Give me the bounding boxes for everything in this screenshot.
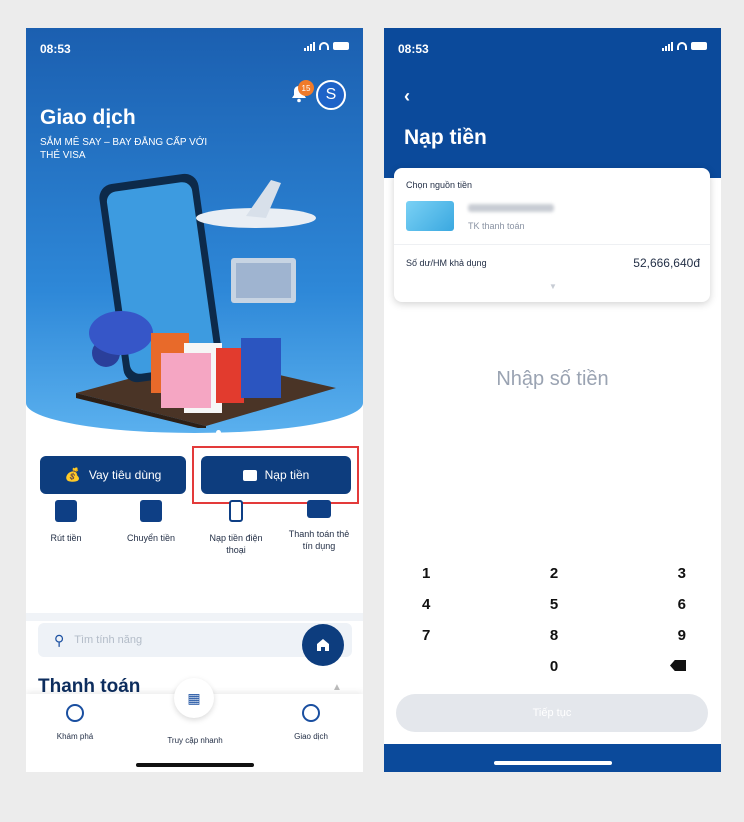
home-button[interactable] — [302, 624, 344, 666]
tab-transactions[interactable]: Giao dịch — [284, 704, 338, 741]
bottom-bar — [384, 744, 721, 772]
loan-button-label: Vay tiêu dùng — [88, 468, 162, 482]
carousel-dots[interactable] — [216, 430, 221, 435]
deposit-screen: 08:53 ‹ Nạp tiền Chọn nguồn tiền TK than… — [384, 28, 721, 772]
compass-icon — [66, 704, 84, 722]
source-card[interactable]: Chọn nguồn tiền TK thanh toán Số dư/HM k… — [394, 168, 710, 302]
loan-button[interactable]: 💰 Vay tiêu dùng — [40, 456, 186, 494]
battery-icon — [333, 42, 349, 50]
highlight-box — [192, 446, 359, 504]
balance-value: 52,666,640đ — [633, 256, 700, 270]
tab-label: Khám phá — [56, 732, 94, 741]
signal-icon — [662, 41, 673, 51]
section-divider — [26, 613, 363, 621]
service-phone-topup[interactable]: Nạp tiền điện thoại — [201, 500, 271, 556]
home-indicator — [136, 763, 254, 767]
atm-icon — [55, 500, 77, 522]
key-2[interactable]: 2 — [534, 565, 574, 582]
hero-title: Giao dịch — [40, 106, 136, 129]
money-bag-icon: 💰 — [64, 467, 81, 482]
card-divider — [394, 244, 710, 245]
key-7[interactable]: 7 — [422, 627, 462, 644]
key-3[interactable]: 3 — [646, 565, 686, 582]
wifi-icon — [319, 42, 329, 50]
account-number-blurred — [468, 204, 554, 212]
avatar[interactable]: S — [316, 80, 346, 110]
key-5[interactable]: 5 — [534, 596, 574, 613]
search-icon: ⚲ — [54, 631, 65, 648]
tab-explore[interactable]: Khám phá — [50, 704, 100, 741]
chevron-down-icon[interactable]: ▼ — [549, 282, 557, 291]
scan-button[interactable]: ▦ — [174, 678, 214, 718]
promo-illustration — [76, 173, 336, 428]
tab-quick-access[interactable]: Truy cập nhanh — [156, 736, 234, 745]
battery-icon — [691, 42, 707, 50]
page-title: Nạp tiền — [404, 126, 487, 149]
key-0[interactable]: 0 — [534, 658, 574, 675]
home-screen: 08:53 Giao dịch SẮM MÊ SAY – BAY ĐẲNG CẤ… — [26, 28, 363, 772]
backspace-icon — [670, 660, 686, 671]
status-bar: 08:53 — [384, 28, 721, 68]
key-6[interactable]: 6 — [646, 596, 686, 613]
key-8[interactable]: 8 — [534, 627, 574, 644]
home-icon — [317, 639, 329, 651]
balance-label: Số dư/HM khả dụng — [406, 258, 487, 268]
account-type: TK thanh toán — [468, 221, 525, 231]
service-credit-card[interactable]: Thanh toán thẻ tín dụng — [284, 500, 354, 552]
backspace-key[interactable] — [646, 658, 686, 675]
service-label: Thanh toán thẻ tín dụng — [288, 529, 350, 551]
source-label: Chọn nguồn tiền — [406, 180, 473, 190]
home-indicator — [494, 761, 612, 765]
status-time: 08:53 — [40, 42, 71, 56]
amount-input[interactable]: Nhập số tiền — [384, 368, 721, 391]
search-placeholder: Tìm tính năng — [74, 634, 143, 646]
signal-icon — [304, 41, 315, 51]
wifi-icon — [677, 42, 687, 50]
tab-label: Truy cập nhanh — [167, 736, 223, 745]
service-label: Nạp tiền điện thoại — [209, 533, 263, 555]
tab-label: Giao dịch — [294, 732, 328, 741]
keypad: 1 2 3 4 5 6 7 8 9 0 — [422, 558, 686, 682]
status-icons — [304, 41, 349, 51]
service-withdraw[interactable]: Rút tiền — [31, 500, 101, 544]
credit-card-icon — [307, 500, 331, 518]
card-thumbnail — [406, 201, 454, 231]
notification-badge: 15 — [298, 80, 314, 96]
chevron-up-icon[interactable]: ▲ — [332, 682, 342, 693]
scan-icon: ▦ — [187, 689, 201, 706]
status-bar: 08:53 — [26, 28, 363, 68]
status-time: 08:53 — [398, 42, 429, 56]
service-label: Rút tiền — [50, 533, 82, 543]
phone-topup-icon — [229, 500, 243, 522]
service-label: Chuyển tiền — [126, 533, 176, 543]
key-4[interactable]: 4 — [422, 596, 462, 613]
exchange-icon — [302, 704, 320, 722]
transfer-icon — [140, 500, 162, 522]
service-transfer[interactable]: Chuyển tiền — [116, 500, 186, 544]
continue-button[interactable]: Tiếp tục — [396, 694, 708, 732]
key-9[interactable]: 9 — [646, 627, 686, 644]
key-1[interactable]: 1 — [422, 565, 462, 582]
status-icons — [662, 41, 707, 51]
back-icon[interactable]: ‹ — [404, 86, 410, 107]
